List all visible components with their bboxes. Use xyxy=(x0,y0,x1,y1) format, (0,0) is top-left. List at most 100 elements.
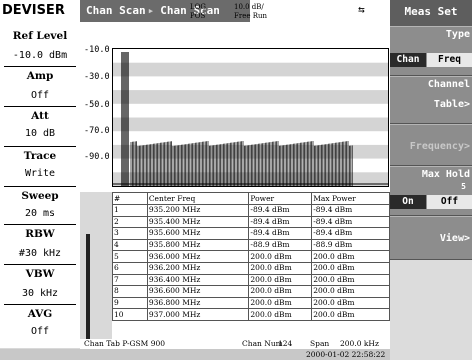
cell-max-power: 200.0 dBm xyxy=(311,285,390,298)
cell-max-power: -89.4 dBm xyxy=(311,215,390,229)
y-tick-label: -30.0 xyxy=(84,72,110,82)
cell-num: 3 xyxy=(112,227,148,240)
vbw-value[interactable]: 30 kHz xyxy=(0,288,80,299)
table-row[interactable]: 2 935.400 MHz -89.4 dBm -89.4 dBm xyxy=(112,215,390,229)
type-button[interactable]: Type Chan Freq xyxy=(390,26,472,76)
col-header-max-power: Max Power xyxy=(311,192,390,205)
cell-num: 5 xyxy=(112,250,148,263)
y-tick-label: -90.0 xyxy=(84,152,110,162)
softkey-menu: Meas Set Type Chan Freq Channel Table> F… xyxy=(390,0,472,360)
type-option-freq[interactable]: Freq xyxy=(427,53,472,67)
sweep-label: Sweep xyxy=(21,190,59,202)
cell-center-freq: 936.200 MHz xyxy=(146,261,250,275)
table-header-row: # Center Freq Power Max Power xyxy=(112,192,390,205)
cell-max-power: -89.4 dBm xyxy=(311,204,390,217)
channel-label: Channel xyxy=(427,79,470,90)
scale-value: 10.0 dB/ xyxy=(234,3,264,11)
divider xyxy=(4,264,76,265)
cell-center-freq: 935.200 MHz xyxy=(146,204,250,217)
spectrum-trace-svg xyxy=(113,52,388,186)
frequency-label: Frequency> xyxy=(409,141,470,152)
channel-table-button[interactable]: Channel Table> xyxy=(390,76,472,124)
divider xyxy=(4,186,76,187)
cell-center-freq: 936.800 MHz xyxy=(146,296,250,310)
trace-value[interactable]: Write xyxy=(0,168,80,179)
chan-num-value: 124 xyxy=(278,339,293,348)
table-scrollbar[interactable] xyxy=(86,234,90,340)
channel-table-sublabel: Table> xyxy=(433,99,470,110)
cell-num: 1 xyxy=(112,204,148,217)
table-row[interactable]: 3 935.600 MHz -89.4 dBm -89.4 dBm xyxy=(112,227,390,240)
channel-table: # Center Freq Power Max Power 1 935.200 M… xyxy=(112,192,390,339)
max-hold-off[interactable]: Off xyxy=(427,195,472,209)
avg-label: AVG xyxy=(27,308,53,320)
max-hold-label: Max Hold xyxy=(421,169,470,180)
table-row[interactable]: 4 935.800 MHz -88.9 dBm -88.9 dBm xyxy=(112,238,390,252)
cell-power: 200.0 dBm xyxy=(248,273,313,287)
cell-num: 7 xyxy=(112,273,148,287)
divider xyxy=(4,66,76,67)
grid-band xyxy=(113,62,388,77)
mode-tab-2[interactable]: Chan Scan xyxy=(154,4,220,17)
cell-center-freq: 935.400 MHz xyxy=(146,215,250,229)
col-header-center-freq: Center Freq xyxy=(146,192,250,205)
table-row[interactable]: 7 936.400 MHz 200.0 dBm 200.0 dBm xyxy=(112,273,390,287)
chan-tab-info: Chan Tab P-GSM 900 xyxy=(84,339,166,348)
mode-breadcrumb: Chan Scan ▸ Chan Scan xyxy=(80,0,250,22)
rbw-label: RBW xyxy=(25,228,55,240)
cell-num: 4 xyxy=(112,238,148,252)
cell-max-power: 200.0 dBm xyxy=(311,273,390,287)
cell-power: 200.0 dBm xyxy=(248,250,313,263)
table-row[interactable]: 6 936.200 MHz 200.0 dBm 200.0 dBm xyxy=(112,261,390,275)
mode-tab-1[interactable]: Chan Scan xyxy=(80,4,146,17)
status-bar: 2000-01-02 22:58:22 xyxy=(0,349,390,360)
trigger-value: Free Run xyxy=(234,12,268,20)
cell-max-power: 200.0 dBm xyxy=(311,308,390,321)
cell-power: 200.0 dBm xyxy=(248,308,313,321)
cell-num: 2 xyxy=(112,215,148,229)
rbw-value[interactable]: #30 kHz xyxy=(0,248,80,259)
type-label: Type xyxy=(445,29,470,40)
max-hold-button[interactable]: Max Hold 5 On Off xyxy=(390,166,472,216)
y-tick-label: -70.0 xyxy=(84,126,110,136)
detector-label: LOG xyxy=(190,3,206,11)
type-option-chan[interactable]: Chan xyxy=(390,53,426,67)
sweep-value[interactable]: 20 ms xyxy=(0,208,80,219)
cell-power: -89.4 dBm xyxy=(248,227,313,240)
col-header-num: # xyxy=(112,192,148,205)
cell-center-freq: 935.600 MHz xyxy=(146,227,250,240)
col-header-power: Power xyxy=(248,192,313,205)
divider xyxy=(4,146,76,147)
att-value[interactable]: 10 dB xyxy=(0,128,80,139)
amp-label: Amp xyxy=(26,70,54,82)
cell-center-freq: 937.000 MHz xyxy=(146,308,250,321)
datetime: 2000-01-02 22:58:22 xyxy=(306,350,386,359)
span-value: 200.0 kHz xyxy=(340,339,379,348)
cell-num: 8 xyxy=(112,285,148,298)
cell-power: -88.9 dBm xyxy=(248,238,313,252)
frequency-button[interactable]: Frequency> xyxy=(390,124,472,166)
table-row[interactable]: 5 936.000 MHz 200.0 dBm 200.0 dBm xyxy=(112,250,390,263)
cell-center-freq: 936.600 MHz xyxy=(146,285,250,298)
table-row[interactable]: 9 936.800 MHz 200.0 dBm 200.0 dBm xyxy=(112,296,390,310)
table-row[interactable]: 1 935.200 MHz -89.4 dBm -89.4 dBm xyxy=(112,204,390,217)
cell-max-power: 200.0 dBm xyxy=(311,296,390,310)
ref-level-label: Ref Level xyxy=(12,30,68,42)
table-row[interactable]: 10 937.000 MHz 200.0 dBm 200.0 dBm xyxy=(112,308,390,321)
view-button[interactable]: View> xyxy=(390,216,472,260)
avg-value[interactable]: Off xyxy=(0,326,80,337)
divider xyxy=(4,224,76,225)
cell-center-freq: 936.400 MHz xyxy=(146,273,250,287)
divider xyxy=(4,304,76,305)
trace-label: Trace xyxy=(23,150,57,162)
cell-max-power: -88.9 dBm xyxy=(311,238,390,252)
cell-power: -89.4 dBm xyxy=(248,204,313,217)
table-row[interactable]: 8 936.600 MHz 200.0 dBm 200.0 dBm xyxy=(112,285,390,298)
amp-value[interactable]: Off xyxy=(0,90,80,101)
max-hold-on[interactable]: On xyxy=(390,195,426,209)
spectrum-plot[interactable] xyxy=(112,48,389,187)
chevron-right-icon: ▸ xyxy=(147,4,155,17)
chan-num-label: Chan Num xyxy=(242,339,283,348)
ref-level-value[interactable]: -10.0 dBm xyxy=(0,50,80,61)
grid-band xyxy=(113,90,388,104)
